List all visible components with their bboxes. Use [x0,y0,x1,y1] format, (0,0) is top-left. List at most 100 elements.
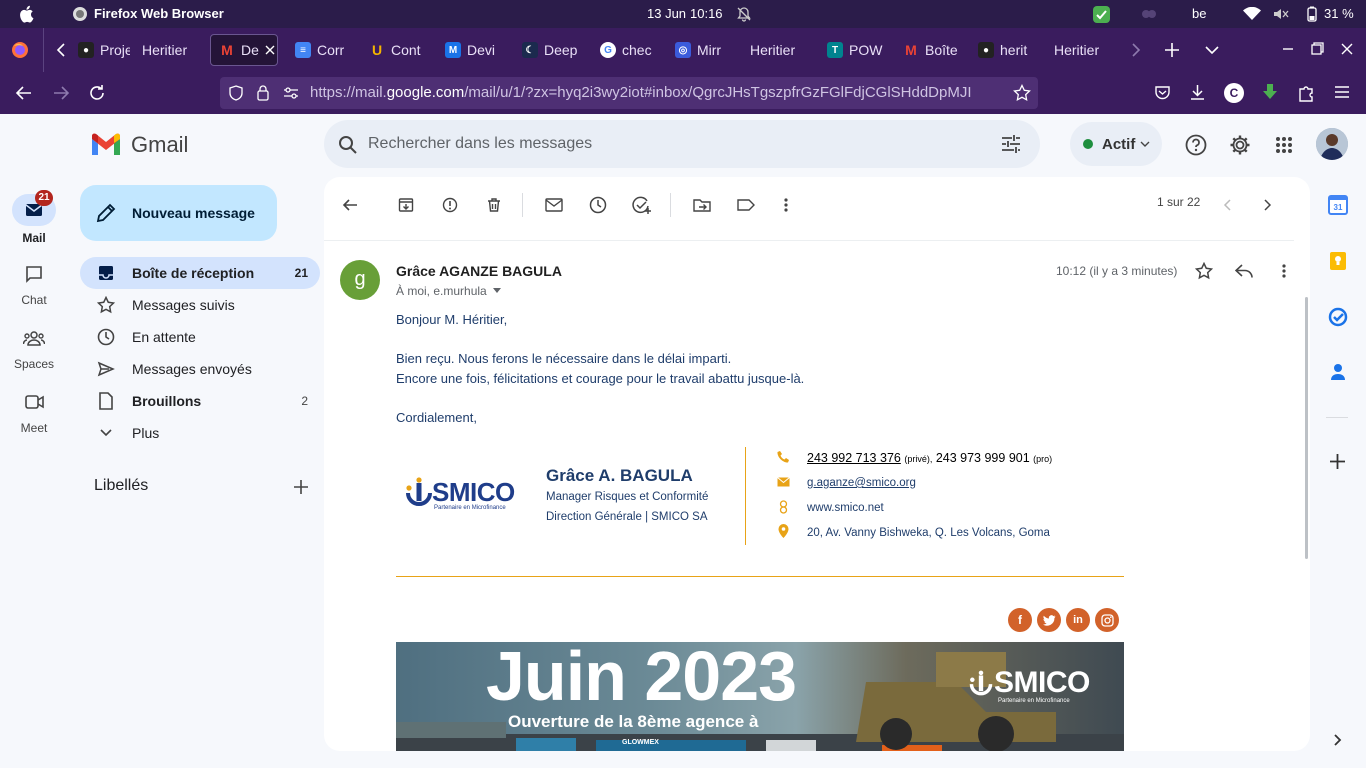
time-label[interactable]: 10:16 [690,6,723,21]
url-text[interactable]: https://mail.google.com/mail/u/1/?zx=hyq… [310,84,1010,101]
message-more-vert-icon[interactable] [1272,259,1296,283]
move-to-folder-icon[interactable] [690,193,714,217]
sender-name[interactable]: Grâce AGANZE BAGULA [396,263,562,279]
back-to-inbox-icon[interactable] [338,193,362,217]
app-name[interactable]: Firefox Web Browser [94,6,224,21]
pocket-icon[interactable] [1154,84,1171,101]
add-label-plus-icon[interactable] [294,480,308,494]
forward-arrow-icon[interactable] [52,84,70,102]
scrollbar-thumb[interactable] [1305,297,1308,559]
compose-button[interactable]: Nouveau message [80,185,277,241]
phone-1-link[interactable]: 243 992 713 376 [807,451,901,465]
settings-gear-icon[interactable] [1229,134,1251,156]
rail-spaces[interactable]: Spaces [0,324,68,371]
tab-item[interactable]: Heritier [1046,34,1122,66]
sidebar-item-drafts[interactable]: Brouillons 2 [80,385,320,417]
phone-2[interactable]: 243 973 999 901 [936,451,1030,465]
tabs-scroll-left-icon[interactable] [55,42,69,58]
tab-item[interactable]: M Devi [437,34,509,66]
sidebar-item-inbox[interactable]: Boîte de réception 21 [80,257,320,289]
tab-item[interactable]: Heritier [134,34,206,66]
tab-item[interactable]: ● Proje [70,34,130,66]
calendar-icon[interactable]: 31 [1328,195,1348,215]
sidebar-item-more[interactable]: Plus [80,417,320,449]
account-c-icon[interactable]: C [1224,83,1244,103]
vpn-check-icon[interactable] [1093,6,1110,23]
tab-item[interactable]: M Boîte [895,34,965,66]
status-selector[interactable]: Actif [1070,122,1162,166]
archive-icon[interactable] [394,193,418,217]
hamburger-menu-icon[interactable] [1334,85,1350,99]
window-close-icon[interactable] [1340,42,1354,56]
extensions-puzzle-icon[interactable] [1297,84,1315,102]
search-icon[interactable] [338,135,358,155]
tab-item[interactable]: U Cont [361,34,433,66]
promo-banner-image[interactable]: Juin 2023 Ouverture de la 8ème agence à … [396,642,1124,751]
window-minimize-icon[interactable] [1281,42,1295,56]
apps-grid-icon[interactable] [1275,136,1293,154]
smico-logo[interactable]: SMICO Partenaire en Microfinance [404,473,524,513]
rail-chat[interactable]: Chat [0,260,68,307]
back-arrow-icon[interactable] [15,84,33,102]
tracking-shield-icon[interactable] [228,85,244,101]
search-input[interactable]: Rechercher dans les messages [368,135,592,153]
rail-mail[interactable]: 21 Mail [0,190,68,245]
account-avatar[interactable] [1316,128,1348,160]
tab-item[interactable]: ≡ Corr [287,34,357,66]
add-to-tasks-icon[interactable] [630,193,654,217]
contacts-icon[interactable] [1330,363,1346,381]
wifi-icon[interactable] [1243,7,1261,21]
get-addons-plus-icon[interactable] [1330,454,1345,469]
linkedin-icon[interactable]: in [1066,608,1090,632]
tabs-scroll-right-icon[interactable] [1128,42,1142,58]
twitter-icon[interactable] [1037,608,1061,632]
newer-chevron-left-icon[interactable] [1216,193,1240,217]
sender-avatar[interactable]: g [340,260,380,300]
search-options-icon[interactable] [1001,135,1021,153]
mark-unread-icon[interactable] [542,193,566,217]
apple-icon[interactable] [18,5,34,23]
window-maximize-icon[interactable] [1310,42,1324,56]
tab-item[interactable]: M De [210,34,278,66]
firefox-menu-icon[interactable] [11,41,29,59]
signature-email-link[interactable]: g.aganze@smico.org [807,477,916,489]
help-icon[interactable] [1185,134,1207,156]
keyboard-layout[interactable]: be [1192,6,1206,21]
facebook-icon[interactable]: f [1008,608,1032,632]
tasks-icon[interactable] [1328,307,1348,327]
url-bar[interactable]: https://mail.google.com/mail/u/1/?zx=hyq… [220,77,1038,109]
notifications-muted-icon[interactable] [736,6,752,22]
extension-download-icon[interactable] [1261,83,1279,101]
instagram-icon[interactable] [1095,608,1119,632]
tab-item[interactable]: ☾ Deep [514,34,588,66]
tab-item[interactable]: Gchec [592,34,662,66]
bookmark-star-icon[interactable] [1013,84,1031,102]
star-message-icon[interactable] [1192,259,1216,283]
details-dropdown-icon[interactable] [492,288,502,294]
downloads-icon[interactable] [1189,84,1206,101]
label-tag-icon[interactable] [734,193,758,217]
rail-meet[interactable]: Meet [0,388,68,435]
permissions-icon[interactable] [283,86,299,100]
expand-panel-chevron-right-icon[interactable] [1332,733,1342,747]
reply-arrow-icon[interactable] [1232,259,1256,283]
sidebar-item-snoozed[interactable]: En attente [80,321,320,353]
new-tab-plus-icon[interactable] [1164,42,1180,58]
volume-muted-icon[interactable] [1273,7,1289,21]
search-bar[interactable]: Rechercher dans les messages [324,120,1040,168]
battery-icon[interactable] [1303,6,1321,22]
network-icon[interactable] [1140,6,1158,22]
battery-level[interactable]: 31 % [1324,6,1354,21]
tab-list-chevron-down-icon[interactable] [1204,43,1220,57]
delete-trash-icon[interactable] [482,193,506,217]
tab-item[interactable]: ◎ Mirr [667,34,737,66]
keep-icon[interactable] [1329,251,1347,271]
signature-website[interactable]: www.smico.net [807,502,884,514]
reload-icon[interactable] [88,84,106,102]
lock-icon[interactable] [256,84,270,101]
report-spam-icon[interactable] [438,193,462,217]
close-tab-icon[interactable] [265,45,275,55]
tab-item[interactable]: T POW [819,34,891,66]
older-chevron-right-icon[interactable] [1255,193,1279,217]
snooze-clock-icon[interactable] [586,193,610,217]
